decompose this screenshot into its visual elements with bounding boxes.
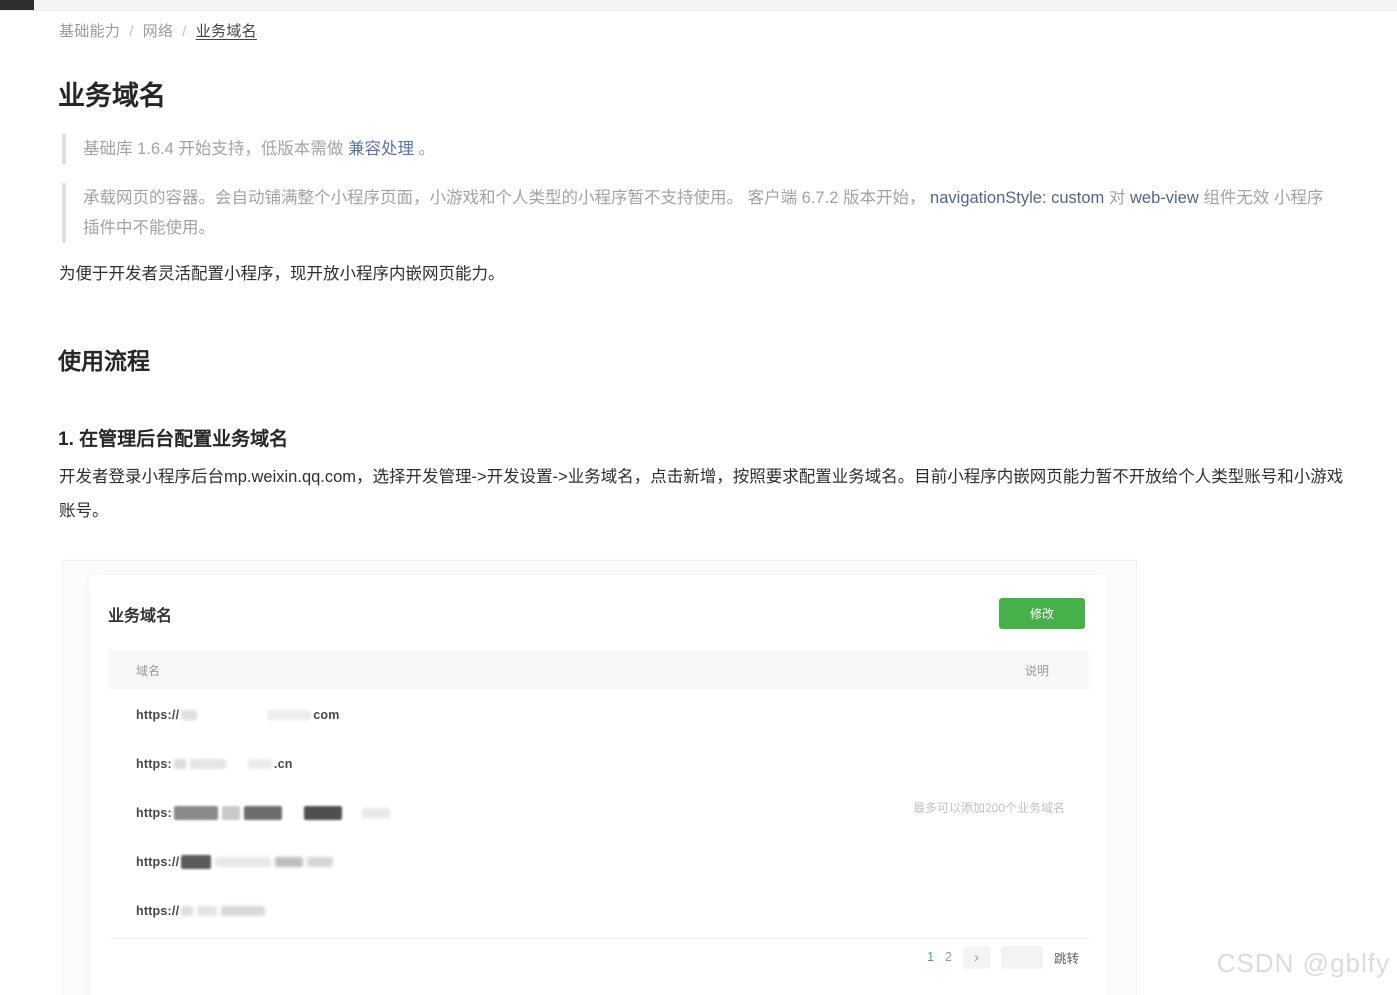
jump-button[interactable]: 跳转 [1054, 948, 1079, 967]
redacted-block [181, 855, 211, 869]
domain-prefix: https: [136, 806, 172, 820]
step-1-title: 1. 在管理后台配置业务域名 [58, 424, 288, 451]
page-2[interactable]: 2 [945, 950, 952, 964]
redacted-block [181, 710, 197, 720]
redacted-gap [201, 710, 263, 720]
redacted-block [221, 906, 265, 916]
base-library-note-tail: 。 [414, 140, 435, 158]
top-strip [0, 0, 1397, 11]
redacted-block [181, 906, 193, 916]
domain-prefix: https: [136, 757, 172, 771]
domain-limit-note: 最多可以添加200个业务域名 [913, 799, 1065, 816]
panel-title: 业务域名 [108, 602, 172, 626]
redacted-block [190, 759, 226, 769]
next-page-button[interactable]: › [963, 946, 990, 969]
compat-handling-link[interactable]: 兼容处理 [348, 140, 414, 158]
navigation-style-link[interactable]: navigationStyle: custom [930, 189, 1104, 207]
screenshot-panel: 业务域名 修改 域名 说明 https:// com https: .c [62, 560, 1137, 995]
breadcrumb-item-capabilities[interactable]: 基础能力 [59, 23, 120, 40]
table-divider [108, 938, 1089, 939]
redacted-gap [286, 808, 300, 818]
base-library-note: 基础库 1.6.4 开始支持，低版本需做 兼容处理 。 [62, 134, 1335, 164]
redacted-block [222, 806, 240, 820]
breadcrumb: 基础能力 / 网络 / 业务域名 [59, 20, 257, 41]
breadcrumb-item-network[interactable]: 网络 [143, 23, 174, 40]
top-strip-accent [0, 0, 34, 10]
table-header: 域名 说明 [108, 650, 1089, 690]
intro-paragraph: 为便于开发者灵活配置小程序，现开放小程序内嵌网页能力。 [59, 260, 505, 284]
domain-row-1: https:// com [90, 690, 1107, 739]
redacted-gap [230, 759, 244, 769]
redacted-block [267, 710, 311, 720]
redacted-gap [346, 808, 358, 818]
web-view-link[interactable]: web-view [1130, 189, 1199, 207]
pagination: 1 2 › 跳转 [927, 945, 1079, 969]
redacted-block [248, 759, 272, 769]
chevron-right-icon: › [974, 949, 979, 966]
edit-button[interactable]: 修改 [999, 598, 1085, 629]
container-note: 承载网页的容器。会自动铺满整个小程序页面，小游戏和个人类型的小程序暂不支持使用。… [62, 183, 1335, 243]
redacted-block [304, 806, 342, 820]
domain-prefix: https:// [136, 904, 179, 918]
breadcrumb-item-current[interactable]: 业务域名 [196, 23, 257, 40]
domain-row-4: https:// [90, 837, 1107, 886]
section-title-usage-flow: 使用流程 [58, 342, 150, 376]
csdn-watermark: CSDN @gblfy [1217, 948, 1390, 979]
card-header: 业务域名 修改 [90, 575, 1107, 648]
redacted-block [362, 808, 390, 818]
redacted-block [307, 857, 333, 867]
breadcrumb-separator: / [182, 23, 186, 40]
domain-prefix: https:// [136, 855, 179, 869]
domain-prefix: https:// [136, 708, 179, 722]
admin-console-card: 业务域名 修改 域名 说明 https:// com https: .c [90, 575, 1107, 995]
domain-suffix: .cn [274, 757, 293, 771]
column-domain: 域名 [136, 662, 160, 679]
doc-page: 基础能力 / 网络 / 业务域名 业务域名 基础库 1.6.4 开始支持，低版本需做 兼… [0, 0, 1397, 995]
page-title: 业务域名 [58, 74, 166, 113]
column-description: 说明 [1025, 662, 1049, 679]
domain-suffix: com [313, 708, 339, 722]
container-note-text-2: 对 [1104, 189, 1130, 207]
base-library-note-text: 基础库 1.6.4 开始支持，低版本需做 [83, 140, 348, 158]
redacted-block [174, 759, 186, 769]
breadcrumb-separator: / [129, 23, 133, 40]
page-jump-input[interactable] [1001, 946, 1043, 969]
redacted-block [275, 857, 303, 867]
redacted-block [174, 806, 218, 820]
domain-row-5: https:// [90, 886, 1107, 935]
redacted-block [197, 906, 217, 916]
redacted-block [215, 857, 271, 867]
domain-row-2: https: .cn [90, 739, 1107, 788]
container-note-text-1: 承载网页的容器。会自动铺满整个小程序页面，小游戏和个人类型的小程序暂不支持使用。… [83, 189, 930, 207]
redacted-block [244, 806, 282, 820]
page-1[interactable]: 1 [927, 950, 934, 964]
step-1-paragraph: 开发者登录小程序后台mp.weixin.qq.com，选择开发管理->开发设置-… [59, 460, 1345, 528]
